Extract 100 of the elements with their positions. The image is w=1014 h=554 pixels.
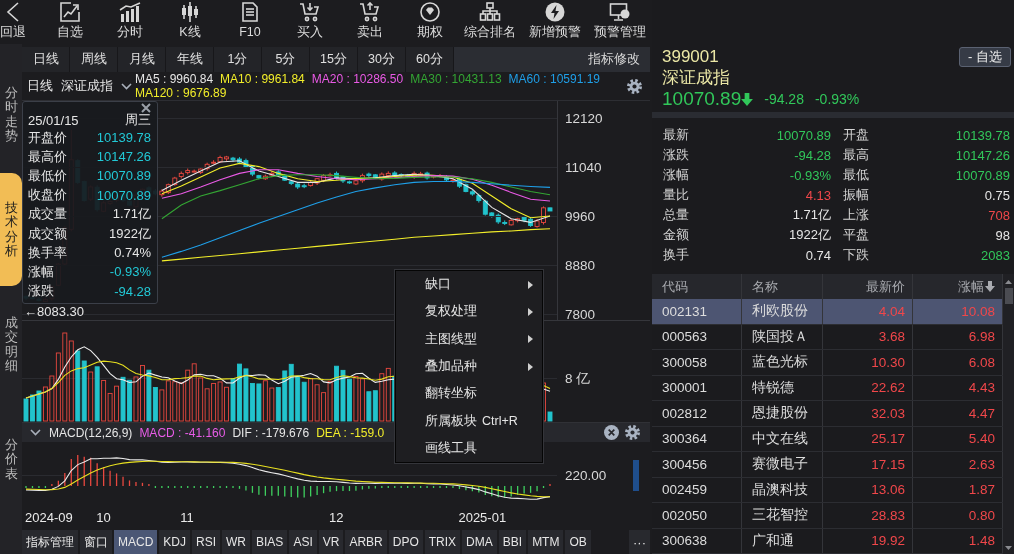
scroll-down-icon[interactable]	[1005, 546, 1012, 550]
toolbar-button[interactable]: 期权	[400, 2, 460, 40]
indicator-tab[interactable]: RSI	[192, 530, 221, 554]
field-value: -94.28	[114, 283, 151, 299]
stat-value: 4.13	[804, 187, 831, 203]
period-tab[interactable]: 周线	[70, 47, 118, 72]
close-icon[interactable]	[141, 103, 151, 113]
indicator-tab[interactable]: ASI	[289, 530, 317, 554]
table-row[interactable]: 300456 赛微电子 17.15 2.63	[652, 452, 1003, 478]
scrollbar[interactable]	[1003, 274, 1014, 554]
field-value: 10147.26	[96, 149, 151, 165]
settings-icon[interactable]	[625, 425, 640, 440]
table-cell: 000563	[652, 324, 742, 349]
menu-item[interactable]: 缺口	[396, 271, 542, 299]
stock-name: 深证成指	[661, 68, 731, 88]
scroll-thumb[interactable]	[1004, 288, 1013, 304]
table-row[interactable]: 300638 广和通 19.92 1.48	[652, 528, 1003, 554]
menu-item[interactable]: 所属板块 Ctrl+R	[396, 407, 542, 435]
table-cell: 22.62	[823, 375, 913, 400]
indicator-tab[interactable]: MTM	[528, 530, 564, 554]
toolbar-button[interactable]: 卖出	[340, 2, 400, 40]
indicator-tab[interactable]: DPO	[388, 530, 423, 554]
period-tab[interactable]: 60分	[406, 47, 454, 72]
period-tab[interactable]: 年线	[166, 47, 214, 72]
indicator-tab[interactable]: MACD	[114, 530, 158, 554]
toolbar-button[interactable]: 买入	[280, 2, 340, 40]
table-cell: 陕国投Ａ	[742, 324, 823, 349]
toolbar-button[interactable]: 回退	[0, 2, 26, 40]
indicator-tab[interactable]: WR	[222, 530, 251, 554]
field-label: 成交量	[28, 205, 67, 224]
indicator-tab[interactable]: 指标管理	[22, 530, 78, 554]
indicator-tab[interactable]: ARBR	[345, 530, 387, 554]
table-cell: 特锐德	[742, 375, 823, 400]
caret-icon	[121, 82, 132, 90]
hierarchy-icon	[479, 2, 501, 22]
period-tab[interactable]: 15分	[310, 47, 358, 72]
table-row[interactable]: 300058 蓝色光标 10.30 6.08	[652, 350, 1003, 376]
table-cell: 三花智控	[742, 503, 823, 528]
table-row[interactable]: 002459 晶澳科技 13.06 1.87	[652, 477, 1003, 503]
menu-item[interactable]: 主图线型	[396, 325, 542, 353]
field-label: 最低价	[28, 166, 67, 185]
settings-icon[interactable]	[627, 78, 642, 94]
indicator-tab[interactable]: KDJ	[159, 530, 190, 554]
toolbar-button[interactable]: 预警管理	[590, 2, 650, 40]
table-cell: 3.68	[823, 324, 913, 349]
indicator-tab[interactable]: 窗口	[80, 530, 112, 554]
more-button[interactable]: ···	[629, 530, 650, 554]
cart-up-arrow-icon	[359, 2, 381, 22]
indicator-tab[interactable]: BBI	[498, 530, 527, 554]
period-tab[interactable]: 月线	[118, 47, 166, 72]
table-cell: 10.30	[823, 350, 913, 375]
candlestick-icon	[179, 2, 201, 22]
menu-item[interactable]: 复权处理	[396, 298, 542, 326]
indicator-tab[interactable]: TRIX	[424, 530, 461, 554]
table-cell: 002131	[652, 299, 742, 324]
indicator-edit-button[interactable]: 指标修改	[578, 47, 650, 72]
period-tab[interactable]: 1分	[214, 47, 262, 72]
scroll-up-icon[interactable]	[1005, 280, 1012, 284]
table-row[interactable]: 300001 特锐德 22.62 4.43	[652, 375, 1003, 401]
menu-item[interactable]: 翻转坐标	[396, 380, 542, 408]
table-row[interactable]: 300364 中文在线 25.17 5.40	[652, 426, 1003, 452]
sidebar-tab[interactable]: 分时走势	[0, 58, 22, 171]
table-cell: 蓝色光标	[742, 350, 823, 375]
indicator-tab[interactable]: BIAS	[252, 530, 288, 554]
sidebar-tab[interactable]: 成交明细	[0, 288, 22, 401]
indicator-tab[interactable]: VR	[318, 530, 344, 554]
table-cell: 赛微电子	[742, 452, 823, 477]
stat-label: 涨跌	[663, 146, 690, 164]
table-cell: 广和通	[742, 528, 823, 553]
toolbar-button[interactable]: 新增预警	[520, 2, 590, 40]
period-tab[interactable]: 日线	[22, 47, 70, 72]
toolbar-button[interactable]: 自选	[40, 2, 100, 40]
field-value: -0.93%	[109, 264, 151, 280]
indicator-tab[interactable]: DMA	[462, 530, 497, 554]
field-label: 换手率	[28, 243, 67, 262]
stat-label: 平盘	[842, 226, 870, 244]
toolbar-button[interactable]: 分时	[100, 2, 160, 40]
field-label: 最高价	[28, 147, 67, 166]
toolbar-button[interactable]: 综合排名	[460, 2, 520, 40]
axis-label: 11040	[565, 159, 602, 175]
toolbar-button[interactable]: K线	[160, 2, 220, 40]
moving-average-value: MA120 : 9676.89	[135, 86, 227, 100]
stat-label: 最低	[842, 166, 870, 184]
stat-value: -0.93%	[788, 167, 831, 183]
sidebar-tab[interactable]: 技术分析	[0, 173, 22, 286]
period-tab[interactable]: 30分	[358, 47, 406, 72]
menu-item[interactable]: 画线工具	[396, 434, 542, 463]
watchlist-button[interactable]: - 自选	[959, 47, 1011, 67]
table-row[interactable]: 002812 恩捷股份 32.03 4.47	[652, 401, 1003, 427]
table-row[interactable]: 002050 三花智控 28.83 0.80	[652, 503, 1003, 529]
sidebar-tab[interactable]: 分价表	[0, 403, 22, 516]
toolbar-button[interactable]: F10	[220, 2, 280, 40]
table-row[interactable]: 002131 利欧股份 4.04 10.08	[652, 299, 1003, 325]
indicator-tab[interactable]: OB	[565, 530, 591, 554]
index-dropdown[interactable]: 日线 深证成指	[27, 77, 135, 95]
stat-label: 开盘	[842, 126, 870, 144]
table-row[interactable]: 000563 陕国投Ａ 3.68 6.98	[652, 324, 1003, 350]
menu-item[interactable]: 叠加品种	[396, 352, 542, 381]
period-tab[interactable]: 5分	[262, 47, 310, 72]
close-icon[interactable]	[604, 425, 619, 440]
